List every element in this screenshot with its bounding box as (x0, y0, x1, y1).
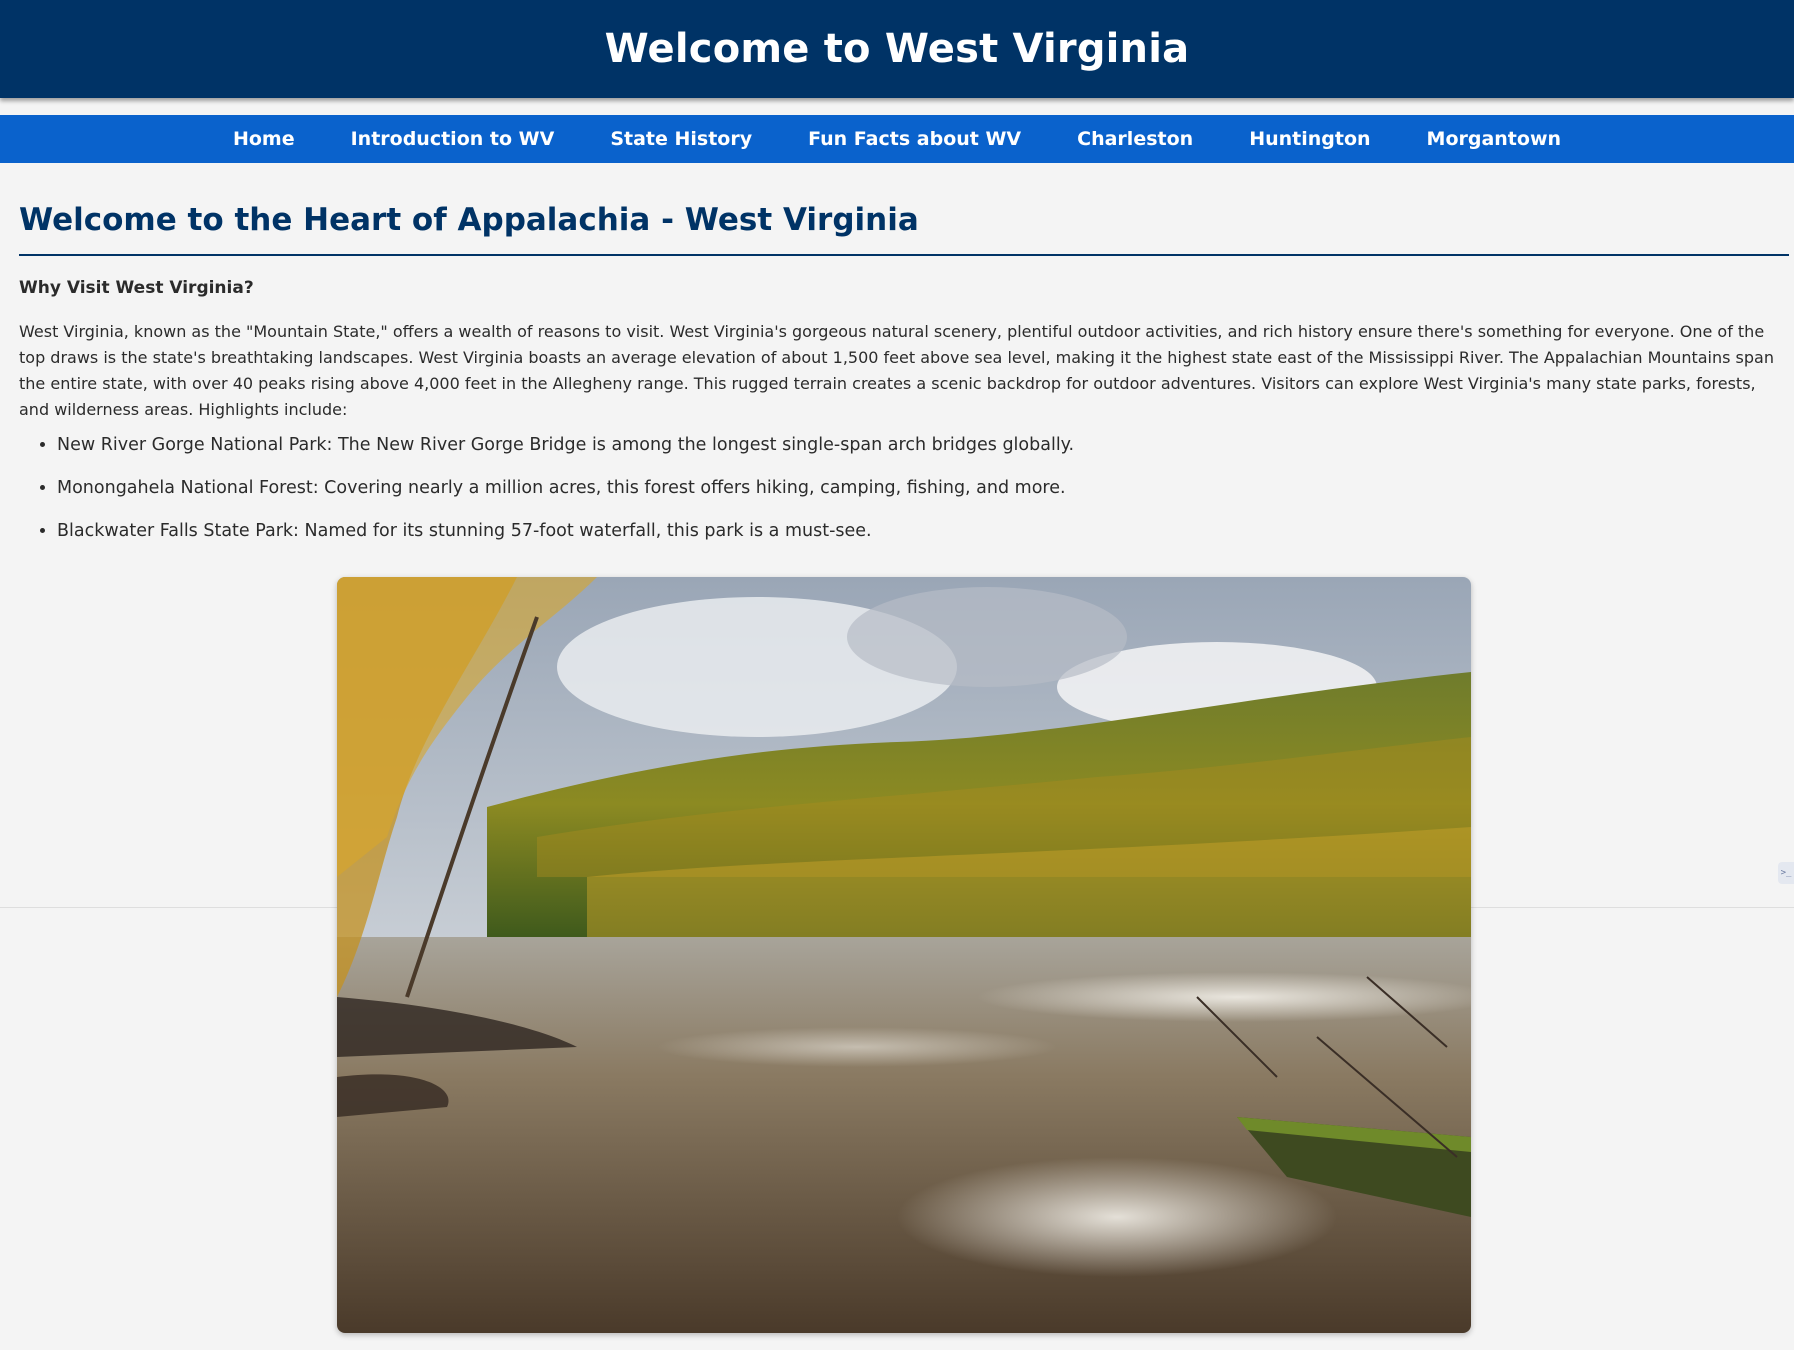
site-header: Welcome to West Virginia (0, 0, 1794, 98)
page-heading: Welcome to the Heart of Appalachia - Wes… (19, 200, 1789, 257)
nav-fun-facts[interactable]: Fun Facts about WV (808, 128, 1021, 150)
nav-morgantown[interactable]: Morgantown (1427, 128, 1562, 150)
main-nav: Home Introduction to WV State History Fu… (0, 115, 1794, 163)
nav-state-history[interactable]: State History (610, 128, 752, 150)
highlights-list: New River Gorge National Park: The New R… (19, 433, 1789, 543)
nav-home[interactable]: Home (233, 128, 295, 150)
nav-introduction[interactable]: Introduction to WV (351, 128, 555, 150)
site-title: Welcome to West Virginia (604, 26, 1190, 72)
intro-paragraph: West Virginia, known as the "Mountain St… (19, 322, 1774, 420)
new-river-landscape-photo (337, 577, 1471, 1333)
nav-huntington[interactable]: Huntington (1249, 128, 1370, 150)
section-subheading: Why Visit West Virginia? (19, 278, 254, 299)
nav-charleston[interactable]: Charleston (1077, 128, 1193, 150)
list-item: Blackwater Falls State Park: Named for i… (57, 519, 1789, 543)
list-item: New River Gorge National Park: The New R… (57, 433, 1789, 457)
side-panel-tab[interactable]: >_ (1778, 862, 1794, 884)
main-content: Welcome to the Heart of Appalachia - Wes… (19, 200, 1789, 562)
list-item: Monongahela National Forest: Covering ne… (57, 476, 1789, 500)
